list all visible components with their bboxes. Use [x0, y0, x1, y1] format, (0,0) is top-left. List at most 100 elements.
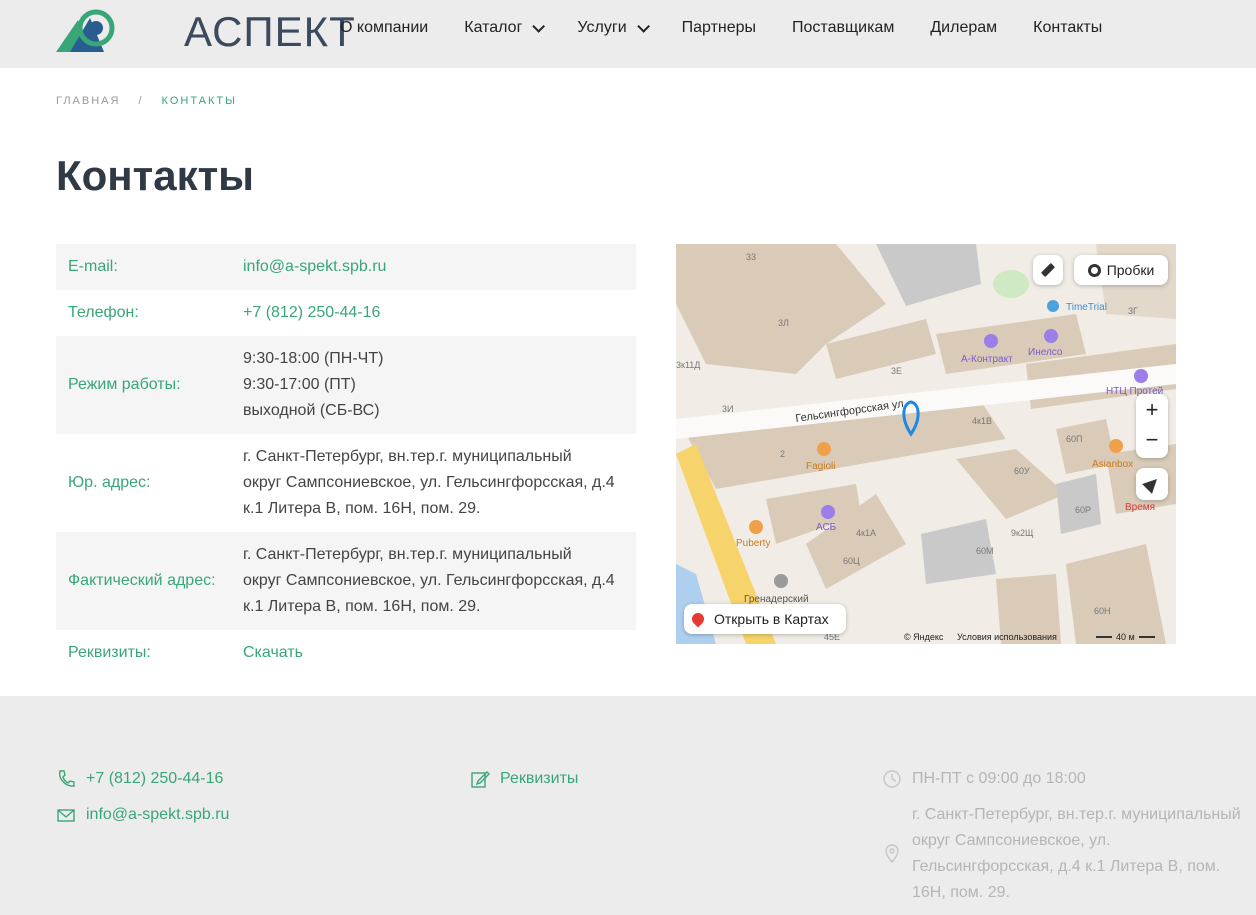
address-line: г. Санкт-Петербург, вн.тер.г. муниципаль… [243, 546, 572, 563]
page-title: Контакты [56, 152, 255, 199]
scale-label: 40 м [1116, 632, 1135, 642]
address-line: 16Н, пом. 29. [912, 884, 1010, 901]
house-number: 3Г [1128, 306, 1138, 316]
nav-label: Дилерам [930, 19, 998, 36]
poi-icon[interactable] [984, 334, 998, 348]
nav-catalog[interactable]: Каталог [464, 18, 546, 38]
house-number: 3к11Д [676, 360, 700, 370]
ruler-icon [1040, 262, 1056, 278]
house-number: 3Л [778, 318, 789, 328]
mail-icon [57, 809, 75, 822]
site-logo[interactable]: АСПЕКТ [56, 4, 355, 55]
nav-services[interactable]: Услуги [577, 18, 650, 38]
map-canvas[interactable]: Гельсингфорсская ул. TimeTrial А-Контрак… [676, 244, 1176, 644]
breadcrumb-home[interactable]: ГЛАВНАЯ [56, 95, 120, 107]
table-row-actual-address: Фактический адрес: г. Санкт-Петербург, в… [56, 532, 636, 630]
edit-document-icon [471, 771, 490, 788]
yandex-map[interactable]: Гельсингфорсская ул. TimeTrial А-Контрак… [676, 244, 1176, 644]
scale-bar [1096, 636, 1112, 638]
house-number: 60У [1014, 466, 1030, 476]
navigation-arrow-icon [1142, 474, 1162, 494]
site-footer: +7 (812) 250-44-16 info@a-spekt.spb.ru Р… [0, 696, 1256, 915]
row-label: E-mail: [68, 258, 118, 275]
breadcrumb: ГЛАВНАЯ / КОНТАКТЫ [56, 95, 237, 107]
footer-requisites[interactable]: Реквизиты [470, 766, 578, 792]
nav-contacts[interactable]: Контакты [1033, 18, 1102, 38]
house-number: 9к2Щ [1011, 528, 1034, 538]
poi-label: А-Контракт [961, 354, 1013, 365]
traffic-button[interactable]: Пробки [1074, 255, 1168, 285]
map-terms-link[interactable]: Условия использования [957, 632, 1057, 642]
nav-suppliers[interactable]: Поставщикам [792, 18, 894, 38]
nav-label: Контакты [1033, 19, 1103, 36]
row-value: +7 (812) 250-44-16 [243, 290, 636, 336]
footer-address: г. Санкт-Петербург, вн.тер.г. муниципаль… [882, 802, 1241, 906]
ruler-button[interactable] [1033, 255, 1063, 285]
map-copyright[interactable]: © Яндекс [904, 632, 943, 642]
house-number: 4к1В [972, 416, 992, 426]
email-link[interactable]: info@a-spekt.spb.ru [243, 258, 386, 275]
table-row-email: E-mail: info@a-spekt.spb.ru [56, 244, 636, 290]
poi-label: АСБ [816, 522, 837, 533]
address-line: г. Санкт-Петербург, вн.тер.г. муниципаль… [243, 448, 572, 465]
clock-icon [883, 770, 901, 788]
nav-dealers[interactable]: Дилерам [930, 18, 997, 38]
poi-icon[interactable] [1047, 300, 1059, 312]
poi-label: Fagioli [806, 461, 835, 472]
row-label: Фактический адрес: [68, 572, 216, 589]
row-value: г. Санкт-Петербург, вн.тер.г. муниципаль… [243, 532, 636, 630]
breadcrumb-current: КОНТАКТЫ [161, 95, 237, 107]
row-label: Телефон: [68, 304, 139, 321]
download-requisites-link[interactable]: Скачать [243, 644, 303, 661]
house-number: 60П [1066, 434, 1082, 444]
map-park [993, 270, 1029, 298]
hours-line: 9:30-17:00 (ПТ) [243, 376, 356, 393]
traffic-icon [1087, 263, 1101, 277]
zoom-in-button[interactable]: + [1146, 394, 1159, 426]
hours-line: 9:30-18:00 (ПН-ЧТ) [243, 350, 384, 367]
location-pin-icon [885, 844, 899, 864]
nav-label: Поставщикам [792, 19, 895, 36]
site-header: АСПЕКТ О компании Каталог Услуги Партнер… [0, 0, 1256, 68]
house-number: 60Н [1094, 606, 1111, 616]
house-number: 4к1А [856, 528, 876, 538]
address-line: Гельсингфорсская, д.4 к.1 Литера В, пом. [912, 858, 1221, 875]
poi-icon[interactable] [774, 574, 788, 588]
logo-text: АСПЕКТ [184, 8, 356, 55]
hours-line: выходной (СБ-ВС) [243, 402, 380, 419]
house-number: 60Р [1075, 505, 1091, 515]
chevron-down-icon [636, 19, 650, 33]
row-label: Режим работы: [68, 376, 181, 393]
contacts-table: E-mail: info@a-spekt.spb.ru Телефон: +7 … [56, 244, 636, 676]
phone-link[interactable]: +7 (812) 250-44-16 [243, 304, 380, 321]
poi-icon[interactable] [749, 520, 763, 534]
table-row-legal-address: Юр. адрес: г. Санкт-Петербург, вн.тер.г.… [56, 434, 636, 532]
poi-icon[interactable] [1109, 439, 1123, 453]
row-value: Скачать [243, 630, 636, 676]
geolocation-button[interactable] [1136, 468, 1168, 500]
poi-icon[interactable] [821, 505, 835, 519]
footer-phone[interactable]: +7 (812) 250-44-16 [56, 766, 223, 792]
footer-requisites-text: Реквизиты [500, 770, 579, 787]
map-scale: 40 м [1096, 632, 1155, 642]
poi-icon[interactable] [1044, 329, 1058, 343]
table-row-hours: Режим работы: 9:30-18:00 (ПН-ЧТ) 9:30-17… [56, 336, 636, 434]
nav-about[interactable]: О компании [340, 18, 428, 38]
zoom-out-button[interactable]: − [1146, 426, 1159, 458]
table-row-phone: Телефон: +7 (812) 250-44-16 [56, 290, 636, 336]
main-nav: О компании Каталог Услуги Партнеры Поста… [340, 18, 1138, 38]
footer-email[interactable]: info@a-spekt.spb.ru [56, 802, 229, 828]
open-in-maps-button[interactable]: Открыть в Картах [684, 604, 846, 634]
poi-icon[interactable] [1134, 369, 1148, 383]
house-number: 3И [722, 404, 733, 414]
map-building [1056, 474, 1101, 534]
footer-hours-text: ПН-ПТ с 09:00 до 18:00 [912, 770, 1086, 787]
nav-partners[interactable]: Партнеры [682, 18, 756, 38]
zoom-control: + − [1136, 394, 1168, 458]
row-label: Юр. адрес: [68, 474, 151, 491]
house-number: 33 [746, 252, 756, 262]
poi-icon[interactable] [817, 442, 831, 456]
house-number: 3Е [891, 366, 902, 376]
row-value: г. Санкт-Петербург, вн.тер.г. муниципаль… [243, 434, 636, 532]
address-line: округ Сампсониевское, ул. [912, 832, 1111, 849]
